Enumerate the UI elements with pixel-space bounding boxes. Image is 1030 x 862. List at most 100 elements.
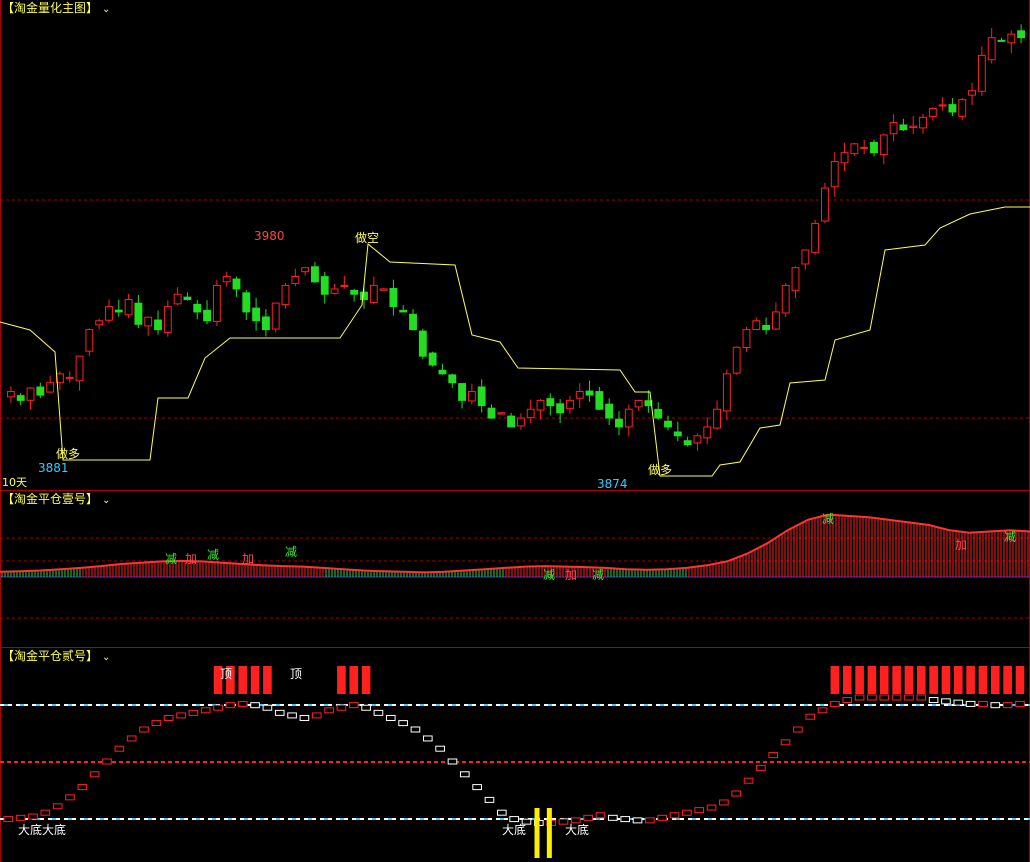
- p2-step: [743, 777, 754, 784]
- candle-body: [595, 391, 604, 410]
- candle-body: [997, 39, 1006, 42]
- candle-body: [291, 276, 300, 284]
- candle-body: [722, 373, 731, 412]
- bottom-signal-label: 大底: [18, 822, 42, 837]
- p2-step: [237, 700, 248, 707]
- candle-body: [389, 288, 398, 308]
- p2-step: [52, 803, 63, 810]
- candle-body: [585, 390, 594, 396]
- p2-indicator-panel[interactable]: 顶顶大底 大底 大底 大底 【淘金平仓贰号】 ⌄: [0, 648, 1030, 862]
- candle-body: [654, 408, 663, 419]
- candle-body: [438, 369, 447, 375]
- candle-body: [624, 408, 633, 428]
- main-chart-panel[interactable]: 3980 3881 3874 做空 做多 做多 【淘金量化主图】 ⌄ 10天: [0, 0, 1030, 490]
- top-bar: [953, 666, 963, 694]
- p2-step: [385, 714, 396, 721]
- p2-step: [410, 726, 421, 733]
- candle-body: [222, 276, 231, 283]
- candle-body: [536, 399, 545, 411]
- p2-step: [200, 707, 211, 714]
- candle-body: [850, 143, 859, 155]
- candle-body: [242, 292, 251, 313]
- p2-step: [151, 720, 162, 727]
- candle-body: [379, 288, 388, 291]
- top-bar: [879, 666, 889, 694]
- p2-step: [1002, 702, 1013, 709]
- chevron-down-icon[interactable]: ⌄: [102, 4, 110, 15]
- candle-body: [330, 288, 339, 294]
- bottom-bar: [546, 808, 552, 858]
- p2-step: [435, 745, 445, 752]
- main-panel-title[interactable]: 【淘金量化主图】 ⌄: [2, 0, 110, 18]
- chevron-down-icon[interactable]: ⌄: [102, 652, 110, 663]
- p2-chart-canvas: 顶顶大底 大底 大底 大底: [0, 666, 1030, 858]
- p2-step: [756, 764, 766, 771]
- main-chart-canvas: 398038813874做空做多做多: [0, 24, 1030, 490]
- signal-label: 加: [565, 568, 577, 582]
- p2-panel-title[interactable]: 【淘金平仓贰号】 ⌄: [2, 648, 110, 666]
- bottom-bar: [534, 808, 540, 858]
- candle-body: [212, 284, 221, 322]
- candle-body: [428, 352, 437, 366]
- candle-body: [762, 324, 771, 331]
- candle-body: [928, 107, 937, 118]
- bottom-signal-label: 大底: [42, 822, 66, 837]
- p2-step: [422, 735, 433, 742]
- top-signal-label: 顶: [220, 667, 232, 681]
- high-price-label: 3980: [254, 229, 285, 243]
- p2-step: [496, 809, 507, 816]
- candle-body: [840, 152, 849, 164]
- candle-body: [968, 90, 976, 96]
- candle-body: [85, 329, 94, 352]
- bottom-signal-label: 大底: [502, 822, 526, 837]
- candle-body: [870, 141, 878, 154]
- p2-step: [126, 735, 137, 742]
- top-bar: [929, 666, 938, 694]
- p2-step: [373, 709, 384, 716]
- candle-body: [556, 403, 565, 414]
- stop-line: [0, 206, 1030, 477]
- candle-body: [360, 291, 368, 301]
- candle-body: [105, 306, 113, 321]
- p1-indicator-panel[interactable]: 减加减加减减加减减加减 【淘金平仓壹号】 ⌄: [0, 491, 1030, 647]
- p2-step: [965, 700, 976, 707]
- p2-step: [645, 817, 655, 824]
- p2-step: [879, 694, 890, 701]
- candle-body: [575, 391, 584, 399]
- p2-step: [657, 814, 668, 821]
- top-bar: [855, 666, 864, 694]
- p2-step: [780, 739, 791, 746]
- candle-body: [732, 346, 741, 374]
- candle-body: [477, 386, 486, 407]
- candle-body: [114, 309, 123, 313]
- candle-body: [909, 125, 918, 128]
- candle-body: [124, 299, 133, 316]
- signal-label: 减: [822, 512, 834, 526]
- main-title-text: 【淘金量化主图】: [2, 1, 99, 15]
- top-bar: [250, 666, 260, 694]
- candle-body: [1007, 33, 1016, 44]
- candle-body: [26, 387, 35, 401]
- candle-body: [487, 407, 496, 419]
- p1-panel-title[interactable]: 【淘金平仓壹号】 ⌄: [2, 491, 110, 509]
- candle-body: [821, 187, 829, 222]
- candle-body: [173, 293, 182, 305]
- p2-step: [89, 771, 100, 778]
- p2-step: [817, 707, 828, 714]
- candle-body: [65, 376, 74, 379]
- candle-body: [193, 303, 202, 313]
- chevron-down-icon[interactable]: ⌄: [102, 495, 110, 506]
- signal-label: 减: [592, 568, 604, 582]
- signal-label: 加: [242, 552, 254, 566]
- top-bar: [263, 666, 272, 694]
- top-bar: [966, 666, 975, 694]
- p2-step: [77, 784, 88, 791]
- p2-step: [274, 709, 285, 716]
- period-label: 10天: [2, 476, 27, 489]
- top-bar: [916, 666, 926, 694]
- signal-label: 加: [185, 552, 197, 566]
- signal-label: 减: [165, 552, 177, 566]
- candle-body: [948, 104, 957, 113]
- p2-title-text: 【淘金平仓贰号】: [2, 649, 99, 663]
- p2-step: [287, 712, 297, 719]
